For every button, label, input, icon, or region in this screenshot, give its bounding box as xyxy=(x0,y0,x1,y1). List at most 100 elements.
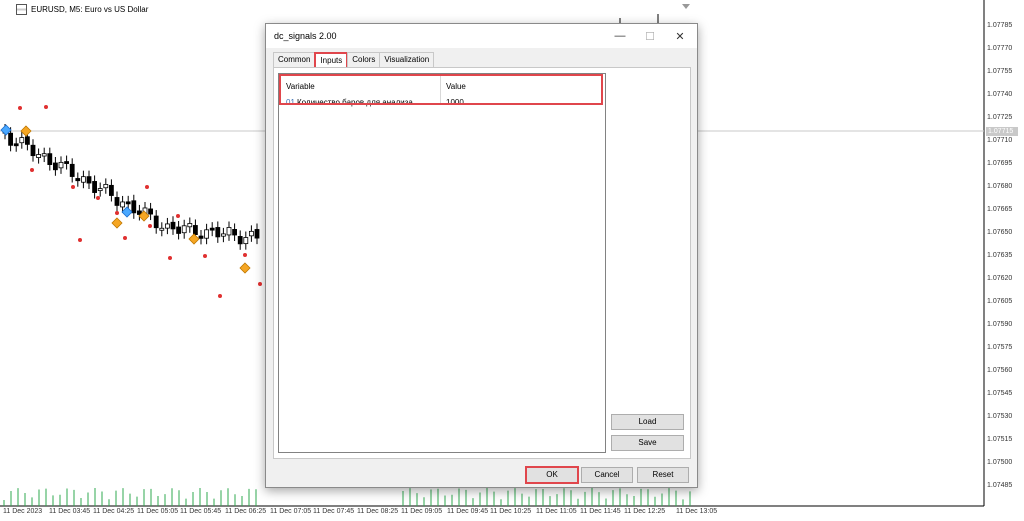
load-button[interactable]: Load xyxy=(611,414,684,430)
time-tick-label: 11 Dec 13:05 xyxy=(676,508,718,515)
signal-dot xyxy=(258,282,262,286)
close-button[interactable]: ✕ xyxy=(665,24,695,48)
candle-body xyxy=(204,229,210,239)
candle-body xyxy=(30,144,36,157)
candle-body xyxy=(232,229,238,236)
dialog-titlebar[interactable]: dc_signals 2.00 — ☐ ✕ xyxy=(266,24,697,48)
signal-dot xyxy=(123,236,127,240)
candle-body xyxy=(131,200,137,214)
price-tick-label: 1.07785 xyxy=(987,22,1013,29)
candle-body xyxy=(187,223,193,228)
candle-body xyxy=(75,178,81,182)
candle-body xyxy=(103,183,109,189)
candle-body xyxy=(24,136,30,145)
inputs-panel: Variable Value 01 Количество баров для а… xyxy=(273,67,691,459)
chart-window-icon xyxy=(16,4,27,15)
time-tick-label: 11 Dec 05:05 xyxy=(137,508,179,515)
price-tick-label: 1.07515 xyxy=(987,436,1013,443)
candle-body xyxy=(243,237,249,245)
minimize-icon: — xyxy=(614,30,626,42)
signal-dot xyxy=(203,254,207,258)
candle-body xyxy=(69,163,75,177)
ok-button[interactable]: OK xyxy=(525,466,579,484)
time-tick-label: 11 Dec 07:05 xyxy=(270,508,312,515)
highlight-box xyxy=(279,74,603,105)
scroll-marker xyxy=(682,4,690,9)
candle-body xyxy=(181,225,187,234)
candle-body xyxy=(248,230,254,237)
time-tick-label: 11 Dec 08:25 xyxy=(357,508,399,515)
dialog-title: dc_signals 2.00 xyxy=(274,31,337,41)
time-tick-label: 11 Dec 09:45 xyxy=(447,508,489,515)
minimize-button[interactable]: — xyxy=(605,24,635,48)
candle-body xyxy=(164,223,170,229)
time-tick-label: 11 Dec 11:45 xyxy=(580,508,621,515)
time-tick-label: 11 Dec 09:05 xyxy=(401,508,443,515)
candle-body xyxy=(125,201,131,205)
price-tick-label: 1.07695 xyxy=(987,160,1013,167)
indicator-settings-dialog: dc_signals 2.00 — ☐ ✕ Common Inputs Colo… xyxy=(265,23,698,488)
candle-body xyxy=(159,227,165,231)
price-tick-label: 1.07545 xyxy=(987,390,1013,397)
time-tick-label: 11 Dec 11:05 xyxy=(536,508,577,515)
signal-dot xyxy=(148,224,152,228)
signal-dot xyxy=(176,214,180,218)
candle-body xyxy=(8,132,14,146)
signal-dot xyxy=(18,106,22,110)
candle-body xyxy=(13,143,19,147)
candle-body xyxy=(19,137,25,144)
candle-body xyxy=(109,184,114,196)
time-tick-label: 11 Dec 04:25 xyxy=(93,508,135,515)
price-tick-label: 1.07665 xyxy=(987,206,1013,213)
candle-body xyxy=(220,233,226,237)
candle-body xyxy=(153,215,159,229)
candle-body xyxy=(81,176,86,183)
candle-body xyxy=(41,153,47,157)
candle-body xyxy=(36,154,41,158)
price-tick-label: 1.07560 xyxy=(987,367,1013,374)
candle-body xyxy=(170,221,176,230)
time-tick-label: 11 Dec 05:45 xyxy=(180,508,222,515)
candle-body xyxy=(64,161,69,164)
candle-body xyxy=(215,227,221,238)
price-tick-label: 1.07725 xyxy=(987,114,1013,121)
candle-body xyxy=(97,188,103,192)
signal-diamond xyxy=(188,233,200,245)
price-tick-label: 1.07500 xyxy=(987,459,1013,466)
cancel-button[interactable]: Cancel xyxy=(581,467,633,483)
candle-body xyxy=(209,227,215,231)
candle-body xyxy=(237,236,243,245)
time-tick-label: 11 Dec 12:25 xyxy=(624,508,666,515)
save-button[interactable]: Save xyxy=(611,435,684,451)
inputs-table[interactable]: Variable Value 01 Количество баров для а… xyxy=(278,73,606,453)
signal-dot xyxy=(30,168,34,172)
candle-body xyxy=(58,161,64,169)
signal-dot xyxy=(145,185,149,189)
candle-body xyxy=(53,162,58,171)
price-tick-label: 1.07755 xyxy=(987,68,1013,75)
reset-button[interactable]: Reset xyxy=(637,467,689,483)
time-tick-label: 11 Dec 2023 xyxy=(3,508,43,515)
price-tick-label: 1.07605 xyxy=(987,298,1013,305)
time-tick-label: 11 Dec 06:25 xyxy=(225,508,267,515)
candle-body xyxy=(47,153,53,165)
signal-dot xyxy=(96,196,100,200)
tab-common[interactable]: Common xyxy=(273,52,316,67)
candle-body xyxy=(114,197,120,206)
signal-diamond-blue xyxy=(121,206,133,218)
price-tick-label: 1.07650 xyxy=(987,229,1013,236)
signal-dot xyxy=(78,238,82,242)
price-tick-label: 1.07575 xyxy=(987,344,1013,351)
maximize-icon: ☐ xyxy=(645,30,655,43)
time-tick-label: 11 Dec 10:25 xyxy=(490,508,532,515)
candle-body xyxy=(120,201,125,208)
tab-visualization[interactable]: Visualization xyxy=(379,52,435,67)
price-tick-label: 1.07620 xyxy=(987,275,1013,282)
maximize-button[interactable]: ☐ xyxy=(635,24,665,48)
time-tick-label: 11 Dec 07:45 xyxy=(313,508,355,515)
signal-dot xyxy=(168,256,172,260)
price-tick-label: 1.07635 xyxy=(987,252,1013,259)
price-tick-label: 1.07740 xyxy=(987,91,1013,98)
tab-colors[interactable]: Colors xyxy=(347,52,381,67)
signal-diamond xyxy=(20,125,32,137)
